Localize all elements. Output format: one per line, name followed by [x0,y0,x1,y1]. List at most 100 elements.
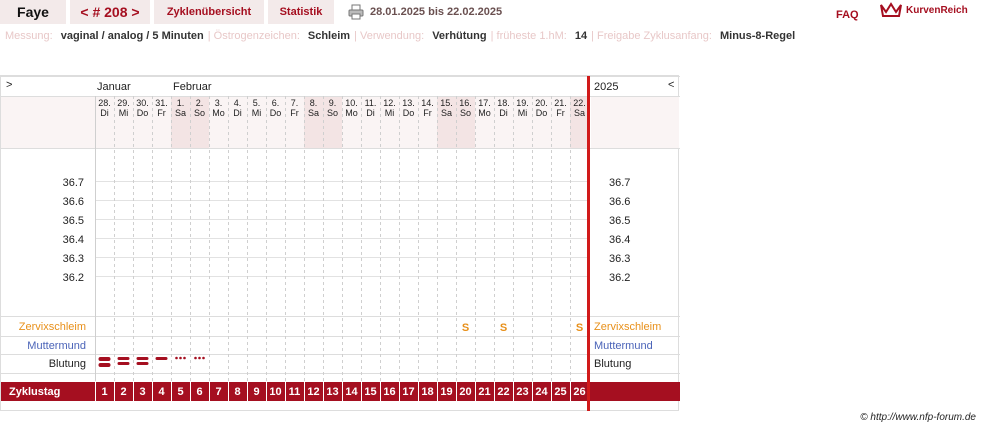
date-label: 9. [329,98,337,108]
cycle-day-number: 2 [120,386,126,398]
cycle-day-number: 15 [364,386,376,398]
month-label: Februar [173,81,212,93]
cervix-row-label-right: Zervixschleim [594,321,661,333]
weekday-label: Fr [556,108,565,118]
header-right-bg [591,96,679,148]
date-label: 16. [459,98,472,108]
cycle-day-number: 22 [497,386,509,398]
info-label-freigabe: Freigabe Zyklusanfang: [597,30,712,42]
info-value-freigabe: Minus-8-Regel [719,30,796,42]
cycle-day-number: 26 [573,386,585,398]
logo[interactable]: KurvenReich [880,2,968,18]
temp-label-left: 36.7 [63,177,84,189]
cycle-day-number: 18 [421,386,433,398]
bleeding-spotting [194,356,197,360]
date-label: 22. [573,98,586,108]
cervix-mark: S [462,322,469,334]
date-label: 2. [196,98,204,108]
info-label-frueheste: früheste 1.hM: [496,30,567,42]
temp-label-right: 36.7 [609,177,630,189]
bleeding-medium [117,362,130,365]
date-label: 20. [535,98,548,108]
bleeding-row-label: Blutung [49,358,86,370]
cycle-day-number: 1 [101,386,107,398]
cycle-day-number: 5 [177,386,183,398]
weekday-label: Mo [212,108,225,118]
temp-label-right: 36.4 [609,234,630,246]
weekday-label: Do [536,108,548,118]
cycle-chart: > <2025 Januar Februar 28. 29. 30. 31. 1. 2. 3. 4. 5… [0,75,680,411]
bleeding-medium [136,362,149,365]
next-cycle-button[interactable]: > [131,4,139,20]
bleeding-heavy [98,363,111,367]
cycle-day-number: 25 [554,386,566,398]
tab-statistik[interactable]: Statistik [268,0,334,24]
weekday-label: Sa [574,108,585,118]
cervix-mark: S [576,322,583,334]
cycle-day-number: 23 [516,386,528,398]
bleeding-heavy [98,357,111,361]
weekday-label: Fr [157,108,166,118]
weekday-label: Di [233,108,242,118]
cervix-mark: S [500,322,507,334]
cycle-day-number: 24 [535,386,548,398]
bleeding-light [155,357,168,360]
info-label-messung: Messung: [5,30,53,42]
date-label: 21. [554,98,567,108]
date-label: 5. [253,98,261,108]
bleeding-spotting [198,356,201,360]
info-value-verwendung: Verhütung [432,30,487,42]
date-label: 14. [421,98,434,108]
date-label: 28. [98,98,111,108]
weekday-label: Mi [252,108,262,118]
weekday-label: So [327,108,338,118]
temp-label-right: 36.5 [609,215,630,227]
date-label: 10. [345,98,358,108]
info-label-verwendung: Verwendung: [359,30,425,42]
bleeding-medium [117,357,130,360]
weekday-label: Mi [518,108,528,118]
muttermund-row-label-right: Muttermund [594,340,653,352]
temp-label-left: 36.5 [63,215,84,227]
footer-copyright: © http://www.nfp-forum.de [860,412,976,423]
bleeding-spotting [179,356,182,360]
temp-label-left: 36.4 [63,234,84,246]
crown-icon [880,2,902,17]
bleeding-row-label-right: Blutung [594,358,631,370]
prev-cycle-button[interactable]: < [80,4,88,20]
date-label: 3. [215,98,223,108]
cycle-day-number: 7 [215,386,221,398]
cycle-info-bar: Messung: vaginal / analog / 5 Minuten | Ös… [5,30,796,42]
muttermund-row-label: Muttermund [27,340,86,352]
weekday-label: Do [137,108,149,118]
scroll-right-button[interactable]: < [668,79,674,91]
cycle-day-number: 11 [289,386,301,398]
temp-label-right: 36.2 [609,272,630,284]
temp-label-left: 36.2 [63,272,84,284]
weekday-label: Di [499,108,508,118]
date-label: 29. [117,98,130,108]
printer-icon[interactable] [348,4,364,20]
temp-label-right: 36.3 [609,253,630,265]
date-label: 19. [516,98,529,108]
faq-link[interactable]: FAQ [836,9,859,21]
weekday-label: So [194,108,205,118]
weekday-label: Di [366,108,375,118]
cycle-navigation: < # 208 > [70,0,150,24]
date-label: 15. [440,98,453,108]
info-label-oestrogen: Östrogenzeichen: [213,30,300,42]
cervix-row-label: Zervixschleim [19,321,86,333]
tab-zyklenuebersicht[interactable]: Zyklenübersicht [154,0,264,24]
date-label: 12. [383,98,396,108]
cycle-day-number: 9 [253,386,259,398]
temp-label-right: 36.6 [609,196,630,208]
top-bar: Faye < # 208 > Zyklenübersicht Statistik… [0,0,981,26]
weekday-label: Mo [345,108,358,118]
date-label: 1. [177,98,185,108]
weekday-label: So [460,108,471,118]
scroll-left-button[interactable]: > [6,79,12,91]
cycle-day-number: 14 [345,386,358,398]
date-label: 17. [478,98,491,108]
bleeding-spotting [183,356,186,360]
header-left-bg [1,96,95,148]
